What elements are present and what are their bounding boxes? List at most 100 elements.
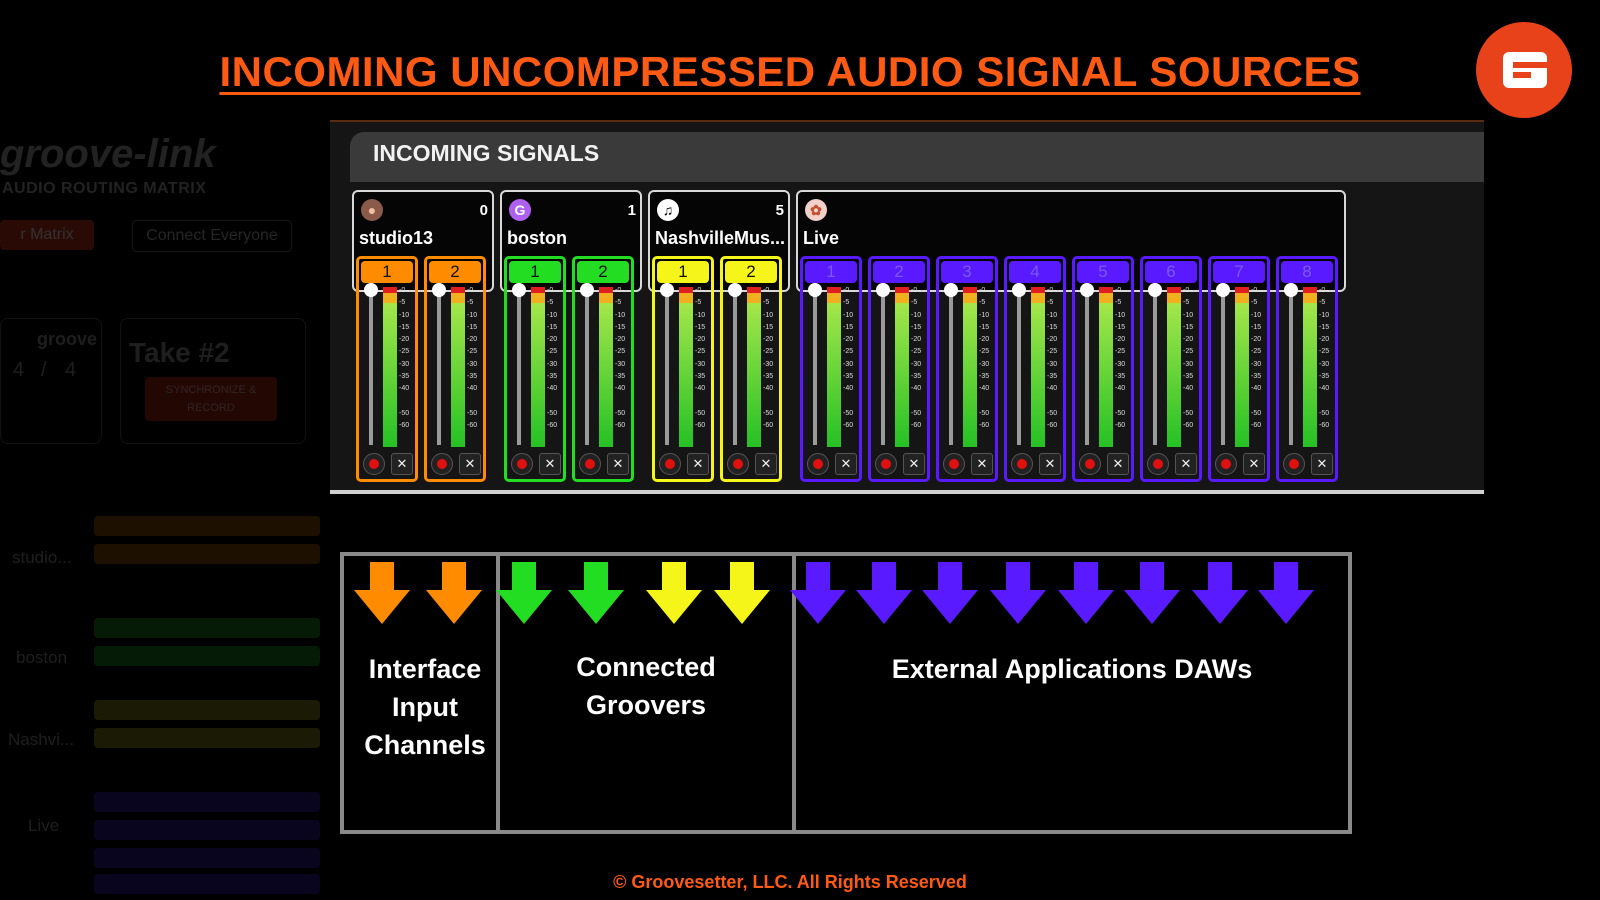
source-count: 0: [479, 202, 488, 219]
channel-strip: 4 -0 -5 -10 -15 -20 -25 -30 -35 -40 -50 -60 ✕: [1004, 256, 1066, 482]
level-meter: [1031, 287, 1045, 447]
meter-scale-tick: -35: [1047, 373, 1058, 381]
connect-everyone-button[interactable]: Connect Everyone: [132, 220, 292, 252]
time-sig-bottom[interactable]: 4: [65, 359, 76, 382]
volume-fader-knob[interactable]: [1080, 283, 1094, 297]
mute-speaker-icon[interactable]: ✕: [687, 453, 709, 475]
mute-speaker-icon[interactable]: ✕: [835, 453, 857, 475]
volume-fader-knob[interactable]: [1012, 283, 1026, 297]
meter-scale-tick: -30: [547, 360, 558, 368]
channel-number: 8: [1281, 261, 1333, 283]
record-button[interactable]: [943, 453, 965, 475]
level-meter: [827, 287, 841, 447]
volume-fader-knob[interactable]: [944, 283, 958, 297]
record-button[interactable]: [727, 453, 749, 475]
volume-fader-knob[interactable]: [1216, 283, 1230, 297]
record-button[interactable]: [511, 453, 533, 475]
mute-speaker-icon[interactable]: ✕: [1039, 453, 1061, 475]
mute-speaker-icon[interactable]: ✕: [903, 453, 925, 475]
matrix-row: [94, 792, 320, 812]
meter-scale-tick: -60: [1115, 421, 1126, 429]
record-button[interactable]: [431, 453, 453, 475]
meter-scale-tick: -20: [763, 336, 774, 344]
meter-scale-tick: -40: [763, 385, 774, 393]
interface-label: Interface Input Channels: [352, 650, 498, 764]
sync-record-button[interactable]: SYNCHRONIZE & RECORD: [145, 377, 277, 421]
volume-fader-knob[interactable]: [728, 283, 742, 297]
volume-fader-knob[interactable]: [876, 283, 890, 297]
meter-scale-tick: -0: [979, 287, 986, 294]
record-button[interactable]: [1283, 453, 1305, 475]
meter-scale-tick: -35: [547, 373, 558, 381]
record-button[interactable]: [363, 453, 385, 475]
meter-scale: -0 -5 -10 -15 -20 -25 -30 -35 -40 -50 -60: [1183, 285, 1193, 432]
meter-scale-tick: -25: [979, 348, 990, 356]
meter-scale-tick: -10: [911, 311, 922, 319]
meter-scale: -0 -5 -10 -15 -20 -25 -30 -35 -40 -50 -60: [763, 285, 773, 432]
mute-speaker-icon[interactable]: ✕: [391, 453, 413, 475]
meter-scale: -0 -5 -10 -15 -20 -25 -30 -35 -40 -50 -60: [615, 285, 625, 432]
meter-scale-tick: -25: [399, 348, 410, 356]
meter-scale-tick: -40: [547, 385, 558, 393]
record-button[interactable]: [659, 453, 681, 475]
matrix-button[interactable]: r Matrix: [0, 220, 94, 250]
volume-fader-knob[interactable]: [580, 283, 594, 297]
meter-scale-tick: -20: [911, 336, 922, 344]
meter-scale-tick: -10: [467, 311, 478, 319]
meter-scale-tick: -30: [1047, 360, 1058, 368]
meter-scale-tick: -50: [763, 409, 774, 417]
mute-speaker-icon[interactable]: ✕: [755, 453, 777, 475]
down-arrow-icon: [790, 562, 846, 624]
meter-scale-tick: -15: [763, 323, 774, 331]
record-button[interactable]: [807, 453, 829, 475]
record-button[interactable]: [875, 453, 897, 475]
mute-speaker-icon[interactable]: ✕: [459, 453, 481, 475]
meter-scale-tick: -5: [979, 299, 986, 307]
level-meter: [895, 287, 909, 447]
volume-fader-track: [665, 289, 669, 445]
mute-speaker-icon[interactable]: ✕: [1243, 453, 1265, 475]
channel-strip: 2 -0 -5 -10 -15 -20 -25 -30 -35 -40 -50 -60 ✕: [720, 256, 782, 482]
meter-scale-tick: -35: [1183, 373, 1194, 381]
level-meter: [963, 287, 977, 447]
meter-scale-tick: -40: [979, 385, 990, 393]
meter-scale-tick: -60: [911, 421, 922, 429]
mute-speaker-icon[interactable]: ✕: [1311, 453, 1333, 475]
meter-scale-tick: -10: [1183, 311, 1194, 319]
mute-speaker-icon[interactable]: ✕: [971, 453, 993, 475]
matrix-row: [94, 728, 320, 748]
meter-scale-tick: -25: [695, 348, 706, 356]
meter-scale-tick: -15: [467, 323, 478, 331]
mute-speaker-icon[interactable]: ✕: [1107, 453, 1129, 475]
groovesetter-g-icon: G: [509, 199, 531, 221]
volume-fader-knob[interactable]: [808, 283, 822, 297]
interface-label-line: Channels: [364, 730, 486, 760]
volume-fader-knob[interactable]: [512, 283, 526, 297]
volume-fader-knob[interactable]: [432, 283, 446, 297]
mute-speaker-icon[interactable]: ✕: [539, 453, 561, 475]
record-button[interactable]: [1215, 453, 1237, 475]
meter-scale-tick: -15: [1115, 323, 1126, 331]
meter-scale-tick: -20: [467, 336, 478, 344]
record-button[interactable]: [1011, 453, 1033, 475]
channel-number: 4: [1009, 261, 1061, 283]
meter-scale-tick: -30: [1183, 360, 1194, 368]
record-button[interactable]: [1079, 453, 1101, 475]
take-card: Take #2 SYNCHRONIZE & RECORD: [120, 318, 306, 444]
volume-fader-knob[interactable]: [660, 283, 674, 297]
record-button[interactable]: [579, 453, 601, 475]
user-studio: studio...: [12, 548, 72, 567]
mute-speaker-icon[interactable]: ✕: [1175, 453, 1197, 475]
meter-scale-tick: -20: [1183, 336, 1194, 344]
groove-card: groove 4 / 4: [0, 318, 102, 444]
meter-scale-tick: -5: [695, 299, 702, 307]
mute-speaker-icon[interactable]: ✕: [607, 453, 629, 475]
channel-number: 7: [1213, 261, 1265, 283]
volume-fader-knob[interactable]: [364, 283, 378, 297]
meter-scale-tick: -20: [1115, 336, 1126, 344]
volume-fader-knob[interactable]: [1284, 283, 1298, 297]
time-sig-top[interactable]: 4: [13, 359, 24, 382]
meter-scale-tick: -50: [547, 409, 558, 417]
volume-fader-knob[interactable]: [1148, 283, 1162, 297]
record-button[interactable]: [1147, 453, 1169, 475]
